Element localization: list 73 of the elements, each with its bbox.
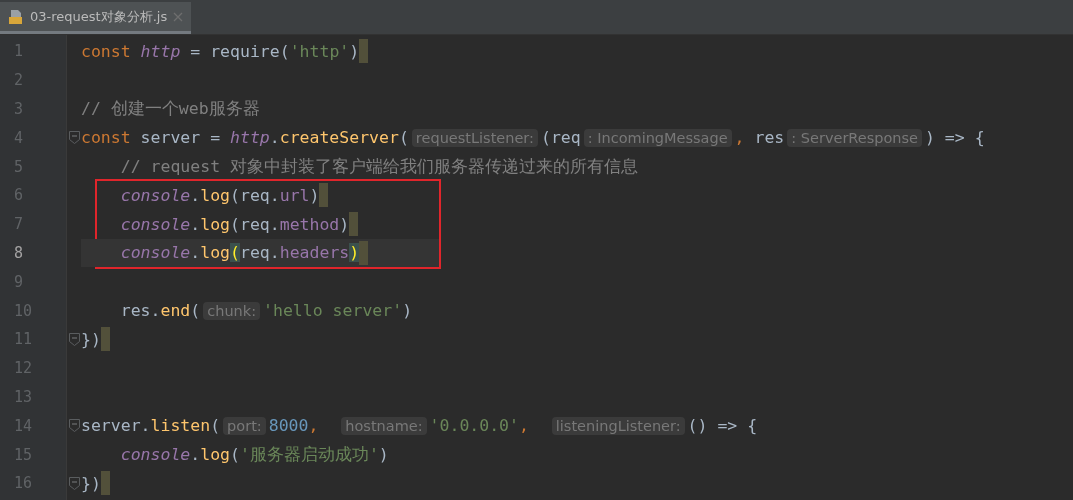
parameter-hint: : IncomingMessage xyxy=(583,128,732,147)
code-token: ( xyxy=(190,301,201,321)
code-token: res. xyxy=(119,301,161,321)
code-token: console xyxy=(119,243,191,263)
code-token: ) xyxy=(349,243,360,263)
code-token: console xyxy=(119,185,191,205)
fold-icon[interactable] xyxy=(68,332,80,346)
code-token: log xyxy=(200,445,231,465)
code-token: end xyxy=(160,301,191,321)
code-token: console xyxy=(119,445,191,465)
line-number: 8 xyxy=(13,242,25,264)
code-token: = require( xyxy=(189,41,290,61)
code-token: , xyxy=(734,128,746,148)
code-token: (req. xyxy=(230,185,280,205)
fold-icon[interactable] xyxy=(68,476,80,490)
tab-label: 03-request对象分析.js xyxy=(30,7,168,26)
code-token: listen xyxy=(150,416,211,436)
code-token: // request 对象中封装了客户端给我们服务器传递过来的所有信息 xyxy=(119,155,638,178)
code-token: createServer xyxy=(279,128,399,148)
code-token: . xyxy=(190,185,201,205)
parameter-hint: : ServerResponse xyxy=(787,128,922,147)
code-token: ) xyxy=(402,301,413,321)
code-token: (req xyxy=(540,128,581,148)
code-token: url xyxy=(279,185,310,205)
code-token: ( xyxy=(230,445,240,465)
code-token: '服务器启动成功' xyxy=(239,443,379,466)
code-token: log xyxy=(200,185,231,205)
code-token: ( xyxy=(398,128,409,148)
code-token: , xyxy=(308,416,320,436)
code-token: server = xyxy=(140,128,222,148)
code-token: log xyxy=(200,243,231,263)
close-icon[interactable] xyxy=(173,11,184,22)
code-token: ( xyxy=(210,416,221,436)
code-token: ) => { xyxy=(925,128,985,148)
fold-icon[interactable] xyxy=(68,131,80,145)
code-token: req. xyxy=(239,243,280,263)
code-token: const xyxy=(81,128,132,148)
code-token: }) xyxy=(81,473,101,493)
parameter-hint: requestListener: xyxy=(411,128,538,147)
parameter-hint: chunk: xyxy=(203,301,261,320)
code-token: . xyxy=(190,214,201,234)
code-token: ( xyxy=(230,243,240,263)
code-token: ) xyxy=(349,41,360,61)
code-token: http xyxy=(230,128,270,148)
code-token: console xyxy=(119,214,191,234)
code-token: . xyxy=(190,243,201,263)
code-token: // 创建一个web服务器 xyxy=(81,98,260,120)
code-token: 8000 xyxy=(268,416,309,436)
parameter-hint: listeningListener: xyxy=(551,416,685,435)
code-token: ) xyxy=(339,214,350,234)
code-token: headers xyxy=(279,243,350,263)
code-token: '0.0.0.0' xyxy=(429,416,519,436)
code-token: . xyxy=(269,128,280,148)
code-token: ) xyxy=(378,445,389,465)
code-token: http xyxy=(140,41,181,61)
parameter-hint: hostname: xyxy=(341,416,427,435)
code-token: res xyxy=(754,128,785,148)
code-token: }) xyxy=(81,329,101,349)
editor-tab[interactable]: 03-request对象分析.js xyxy=(0,2,192,34)
code-token: () => { xyxy=(687,416,758,436)
code-token: 'http' xyxy=(289,41,350,61)
fold-icon[interactable] xyxy=(68,419,80,433)
parameter-hint: port: xyxy=(223,416,266,435)
code-token: log xyxy=(200,214,231,234)
code-token: 'hello server' xyxy=(263,301,403,321)
code-token: (req. xyxy=(230,214,280,234)
js-file-icon xyxy=(8,8,24,25)
code-token: , xyxy=(519,416,530,436)
code-token: method xyxy=(279,214,340,234)
code-token: . xyxy=(190,445,201,465)
code-token: server. xyxy=(81,416,151,436)
code-token: const xyxy=(81,41,132,61)
code-token: ) xyxy=(309,185,320,205)
